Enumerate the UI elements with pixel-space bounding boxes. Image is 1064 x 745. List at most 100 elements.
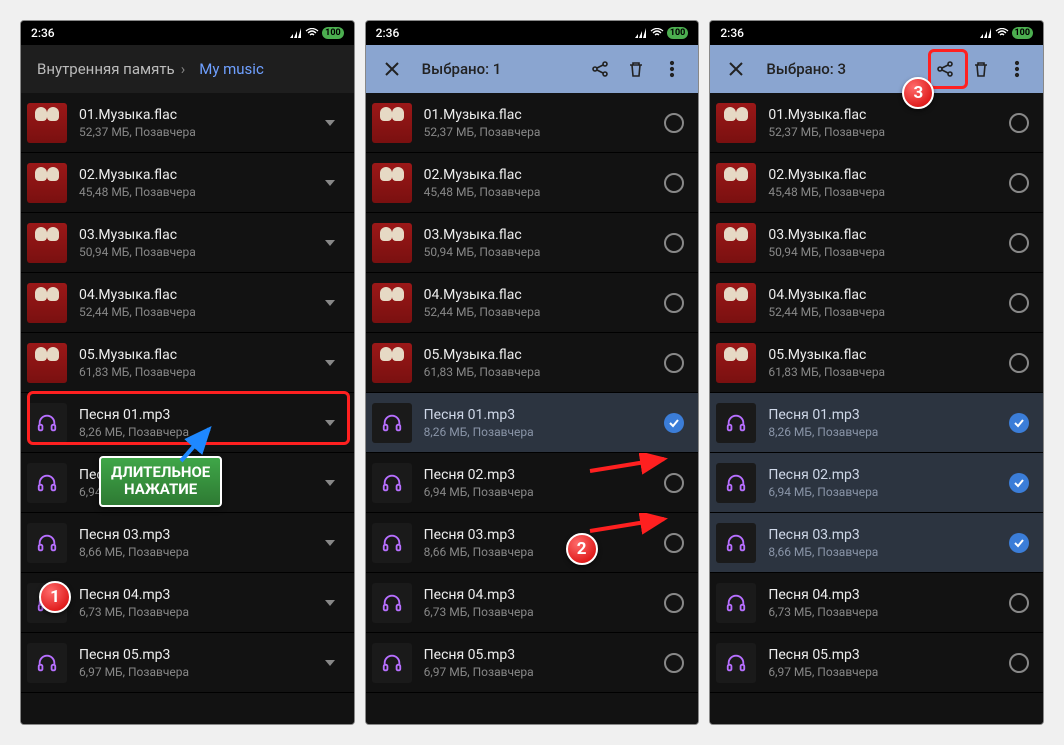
selection-checkbox[interactable] bbox=[660, 289, 688, 317]
selection-checkbox[interactable] bbox=[1005, 289, 1033, 317]
file-row[interactable]: 01.Музыка.flac52,37 МБ, Позавчера bbox=[710, 93, 1043, 153]
selection-checkbox[interactable] bbox=[1005, 109, 1033, 137]
file-name: 01.Музыка.flac bbox=[424, 107, 661, 123]
row-menu-button[interactable] bbox=[316, 409, 344, 437]
row-menu-button[interactable] bbox=[316, 529, 344, 557]
signal-icon bbox=[980, 28, 992, 38]
selection-checkbox[interactable] bbox=[660, 109, 688, 137]
selection-checkbox[interactable] bbox=[1005, 349, 1033, 377]
file-name: Песня 04.mp3 bbox=[79, 587, 316, 603]
row-menu-button[interactable] bbox=[316, 589, 344, 617]
file-row[interactable]: 02.Музыка.flac 45,48 МБ, Позавчера bbox=[366, 153, 699, 213]
close-selection-button[interactable] bbox=[374, 51, 410, 87]
selection-checkbox[interactable] bbox=[1005, 649, 1033, 677]
more-button[interactable] bbox=[654, 51, 690, 87]
file-name: 05.Музыка.flac bbox=[424, 347, 661, 363]
row-menu-button[interactable] bbox=[316, 289, 344, 317]
selection-checkbox[interactable] bbox=[1005, 469, 1033, 497]
battery-badge: 100 bbox=[322, 27, 344, 39]
file-name: 02.Музыка.flac bbox=[424, 167, 661, 183]
file-row[interactable]: 03.Музыка.flac50,94 МБ, Позавчера bbox=[710, 213, 1043, 273]
selection-checkbox[interactable] bbox=[1005, 229, 1033, 257]
file-row[interactable]: 04.Музыка.flac52,44 МБ, Позавчера bbox=[710, 273, 1043, 333]
file-list[interactable]: 01.Музыка.flac52,37 МБ, Позавчера02.Музы… bbox=[366, 93, 699, 724]
file-row[interactable]: 04.Музыка.flac52,44 МБ, Позавчера bbox=[366, 273, 699, 333]
headphones-icon bbox=[372, 463, 412, 503]
headphones-icon bbox=[27, 643, 67, 683]
file-row[interactable]: Песня 02.mp36,94 МБ, Позавчера bbox=[710, 453, 1043, 513]
file-row[interactable]: 02.Музыка.flac45,48 МБ, Позавчера bbox=[21, 153, 354, 213]
selection-toolbar: Выбрано: 3 bbox=[710, 45, 1043, 93]
row-menu-button[interactable] bbox=[316, 229, 344, 257]
file-row[interactable]: 01.Музыка.flac52,37 МБ, Позавчера bbox=[366, 93, 699, 153]
file-row[interactable]: 04.Музыка.flac52,44 МБ, Позавчера bbox=[21, 273, 354, 333]
file-list[interactable]: 01.Музыка.flac52,37 МБ, Позавчера02.Музы… bbox=[21, 93, 354, 724]
selection-checkbox[interactable] bbox=[660, 409, 688, 437]
file-meta: 45,48 МБ, Позавчера bbox=[424, 185, 661, 199]
selection-checkbox[interactable] bbox=[660, 589, 688, 617]
selection-checkbox[interactable] bbox=[1005, 589, 1033, 617]
file-row[interactable]: Песня 04.mp36,73 МБ, Позавчера bbox=[21, 573, 354, 633]
selection-checkbox[interactable] bbox=[660, 229, 688, 257]
breadcrumb-root[interactable]: Внутренняя память bbox=[37, 60, 175, 78]
file-row[interactable]: 03.Музыка.flac50,94 МБ, Позавчера bbox=[21, 213, 354, 273]
row-menu-button[interactable] bbox=[316, 469, 344, 497]
wifi-icon bbox=[995, 28, 1009, 38]
selection-checkbox[interactable] bbox=[1005, 169, 1033, 197]
file-row[interactable]: Песня 05.mp36,97 МБ, Позавчера bbox=[21, 633, 354, 693]
file-row[interactable]: 05.Музыка.flac61,83 МБ, Позавчера bbox=[710, 333, 1043, 393]
row-menu-button[interactable] bbox=[316, 169, 344, 197]
breadcrumb-current[interactable]: My music bbox=[199, 60, 264, 78]
file-meta: 6,73 МБ, Позавчера bbox=[768, 605, 1005, 619]
file-row[interactable]: Песня 01.mp38,26 МБ, Позавчера bbox=[710, 393, 1043, 453]
file-row[interactable]: Песня 05.mp36,97 МБ, Позавчера bbox=[366, 633, 699, 693]
album-art-icon bbox=[372, 163, 412, 203]
headphones-icon bbox=[716, 643, 756, 683]
file-list[interactable]: 01.Музыка.flac52,37 МБ, Позавчера02.Музы… bbox=[710, 93, 1043, 724]
row-menu-button[interactable] bbox=[316, 109, 344, 137]
file-row[interactable]: Песня 05.mp36,97 МБ, Позавчера bbox=[710, 633, 1043, 693]
file-row[interactable]: Песня 03.mp38,66 МБ, Позавчера bbox=[21, 513, 354, 573]
arrow-select-3 bbox=[586, 513, 676, 537]
file-meta: 52,37 МБ, Позавчера bbox=[79, 125, 316, 139]
file-meta: 52,44 МБ, Позавчера bbox=[79, 305, 316, 319]
headphones-icon bbox=[27, 583, 67, 623]
file-meta: 6,97 МБ, Позавчера bbox=[424, 665, 661, 679]
album-art-icon bbox=[27, 343, 67, 383]
file-name: 03.Музыка.flac bbox=[768, 227, 1005, 243]
status-time: 2:36 bbox=[376, 26, 400, 40]
album-art-icon bbox=[372, 343, 412, 383]
delete-button[interactable] bbox=[963, 51, 999, 87]
share-button[interactable] bbox=[582, 51, 618, 87]
selection-checkbox[interactable] bbox=[660, 649, 688, 677]
selection-checkbox[interactable] bbox=[1005, 529, 1033, 557]
close-selection-button[interactable] bbox=[718, 51, 754, 87]
selection-checkbox[interactable] bbox=[1005, 409, 1033, 437]
album-art-icon bbox=[716, 223, 756, 263]
album-art-icon bbox=[27, 163, 67, 203]
delete-button[interactable] bbox=[618, 51, 654, 87]
file-row[interactable]: 05.Музыка.flac61,83 МБ, Позавчера bbox=[21, 333, 354, 393]
selection-checkbox[interactable] bbox=[660, 349, 688, 377]
file-name: 02.Музыка.flac bbox=[79, 167, 316, 183]
headphones-icon bbox=[372, 643, 412, 683]
row-menu-button[interactable] bbox=[316, 349, 344, 377]
selection-toolbar: Выбрано: 1 bbox=[366, 45, 699, 93]
file-row[interactable]: 01.Музыка.flac52,37 МБ, Позавчера bbox=[21, 93, 354, 153]
file-row[interactable]: Песня 04.mp36,73 МБ, Позавчера bbox=[710, 573, 1043, 633]
file-row[interactable]: 03.Музыка.flac50,94 МБ, Позавчера bbox=[366, 213, 699, 273]
file-row[interactable]: Песня 01.mp38,26 МБ, Позавчера bbox=[366, 393, 699, 453]
more-button[interactable] bbox=[999, 51, 1035, 87]
file-row[interactable]: Песня 03.mp38,66 МБ, Позавчера bbox=[710, 513, 1043, 573]
file-row[interactable]: 02.Музыка.flac45,48 МБ, Позавчера bbox=[710, 153, 1043, 213]
headphones-icon bbox=[372, 403, 412, 443]
file-row[interactable]: Песня 04.mp36,73 МБ, Позавчера bbox=[366, 573, 699, 633]
album-art-icon bbox=[27, 223, 67, 263]
file-row[interactable]: 05.Музыка.flac61,83 МБ, Позавчера bbox=[366, 333, 699, 393]
album-art-icon bbox=[372, 283, 412, 323]
row-menu-button[interactable] bbox=[316, 649, 344, 677]
album-art-icon bbox=[716, 283, 756, 323]
headphones-icon bbox=[372, 523, 412, 563]
album-art-icon bbox=[716, 103, 756, 143]
selection-checkbox[interactable] bbox=[660, 169, 688, 197]
